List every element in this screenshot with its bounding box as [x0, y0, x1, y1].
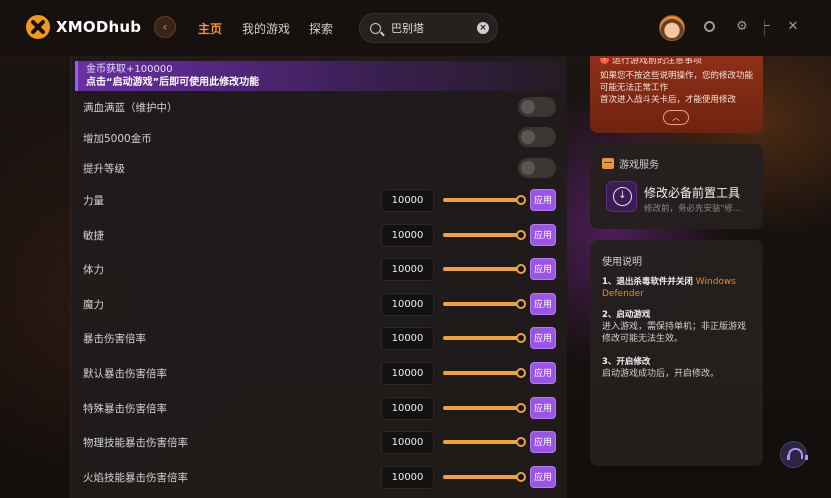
app-logo[interactable]: XMODhub — [26, 15, 141, 39]
stat-value-input[interactable]: 10000 — [381, 431, 434, 455]
stat-slider[interactable] — [443, 402, 526, 413]
stat-label: 敏捷 — [83, 229, 104, 242]
slider-fill — [443, 198, 521, 202]
brand-name: XMODhub — [56, 18, 142, 36]
avatar[interactable] — [659, 15, 685, 41]
stat-slider[interactable] — [443, 437, 526, 448]
toggle-label-level: 提升等级 — [83, 163, 125, 175]
toggle-label-gold: 增加5000金币 — [83, 133, 152, 145]
expand-button[interactable]: ︿ — [663, 110, 689, 125]
slider-knob[interactable] — [516, 333, 526, 344]
apply-button[interactable]: 应用 — [530, 258, 556, 281]
stat-slider[interactable] — [443, 195, 526, 205]
stat-label: 默认暴击伤害倍率 — [83, 368, 167, 380]
slider-knob[interactable] — [516, 195, 526, 205]
apply-button[interactable]: 应用 — [530, 189, 556, 211]
slider-fill — [443, 301, 521, 306]
stat-value-input[interactable]: 10000 — [381, 465, 434, 489]
headset-icon[interactable] — [780, 441, 808, 468]
top-bar: XMODhub ‹ 主页 我的游戏 探索 × ⚙ – ✕ — [0, 0, 831, 56]
stat-label: 物理技能暴击伤害倍率 — [83, 437, 188, 450]
search-icon[interactable] — [370, 22, 381, 34]
guide-card: 使用说明 1、退出杀毒软件并关闭 Windows Defender 2、启动游戏… — [590, 240, 763, 466]
toggle-level[interactable] — [518, 158, 556, 178]
apply-button[interactable]: 应用 — [530, 292, 556, 315]
stat-value-input[interactable]: 10000 — [381, 223, 434, 247]
toggle-gold[interactable] — [518, 127, 556, 147]
stat-label: 暴击伤害倍率 — [83, 333, 146, 346]
apply-button[interactable]: 应用 — [530, 396, 556, 419]
apply-button[interactable]: 应用 — [530, 223, 556, 246]
stat-slider[interactable] — [443, 298, 526, 309]
tool-subtitle: 修改前，务必先安装"修... — [644, 204, 742, 214]
apply-button[interactable]: 应用 — [530, 431, 556, 454]
xmod-logo-icon — [26, 15, 50, 39]
stat-label: 特殊暴击伤害倍率 — [83, 402, 167, 415]
slider-knob[interactable] — [516, 471, 526, 482]
stat-label: 魔力 — [83, 298, 104, 311]
download-icon[interactable] — [606, 181, 637, 212]
status-icon[interactable] — [702, 20, 716, 34]
clear-icon[interactable]: × — [477, 22, 489, 34]
slider-knob[interactable] — [516, 264, 526, 275]
slider-knob[interactable] — [516, 437, 526, 448]
stat-label: 力量 — [83, 195, 104, 207]
stat-slider[interactable] — [443, 333, 526, 344]
notice-card: 运行游戏前的注意事项 如果您不按这些说明操作，您的修改功能可能无法正常工作 首次… — [590, 56, 763, 133]
stat-slider[interactable] — [443, 264, 526, 275]
stat-value-input[interactable]: 10000 — [381, 258, 434, 282]
slider-knob[interactable] — [516, 368, 526, 378]
slider-fill — [443, 232, 521, 237]
back-arrow-icon[interactable]: ‹ — [154, 16, 176, 38]
box-icon — [602, 158, 614, 169]
slider-knob[interactable] — [516, 229, 526, 240]
search-input[interactable] — [391, 21, 471, 35]
apply-button[interactable]: 应用 — [530, 327, 556, 350]
slider-fill — [443, 371, 521, 375]
guide-heading: 使用说明 — [602, 257, 642, 268]
nav-home[interactable]: 主页 — [198, 20, 222, 37]
banner-title: 金币获取+100000 — [86, 64, 173, 75]
stat-slider[interactable] — [443, 471, 526, 482]
mod-panel: 金币获取+100000 点击“启动游戏”后即可使用此修改功能 满血满蓝（维护中）… — [70, 56, 567, 498]
settings-icon[interactable]: ⚙ — [735, 20, 749, 34]
toggle-label-hp-mp: 满血满蓝（维护中） — [83, 102, 178, 114]
guide-step-3: 3、开启修改 启动游戏成功后，开启修改。 — [602, 357, 720, 379]
apply-button[interactable]: 应用 — [530, 362, 556, 384]
stat-label: 体力 — [83, 264, 104, 277]
stat-slider[interactable] — [443, 368, 526, 378]
minimize-icon[interactable]: – — [760, 19, 774, 33]
notice-text: 如果您不按这些说明操作，您的修改功能可能无法正常工作 首次进入战斗关卡后，才能使… — [600, 71, 754, 105]
stat-value-input[interactable]: 10000 — [381, 362, 434, 385]
banner-hint: 点击“启动游戏”后即可使用此修改功能 — [86, 77, 260, 88]
nav-my-games[interactable]: 我的游戏 — [242, 20, 290, 37]
search-bar: × — [359, 13, 498, 43]
stat-value-input[interactable]: 10000 — [381, 189, 434, 212]
toggle-hp-mp[interactable] — [518, 97, 556, 117]
guide-step-1: 1、退出杀毒软件并关闭 Windows Defender — [602, 277, 736, 299]
stat-label: 火焰技能暴击伤害倍率 — [83, 471, 188, 484]
slider-knob[interactable] — [516, 402, 526, 413]
game-service-card: 游戏服务 修改必备前置工具 修改前，务必先安装"修... — [590, 144, 763, 229]
slider-fill — [443, 267, 521, 272]
stat-value-input[interactable]: 10000 — [381, 292, 434, 316]
gold-banner: 金币获取+100000 点击“启动游戏”后即可使用此修改功能 — [75, 61, 565, 91]
slider-fill — [443, 474, 521, 479]
stat-value-input[interactable]: 10000 — [381, 396, 434, 420]
slider-fill — [443, 405, 521, 410]
slider-fill — [443, 336, 521, 341]
slider-knob[interactable] — [516, 298, 526, 309]
stat-value-input[interactable]: 10000 — [381, 327, 434, 351]
tool-title[interactable]: 修改必备前置工具 — [644, 184, 740, 201]
notice-title: 运行游戏前的注意事项 — [600, 58, 753, 68]
slider-fill — [443, 440, 521, 445]
stat-slider[interactable] — [443, 229, 526, 240]
close-icon[interactable]: ✕ — [786, 20, 800, 34]
nav-explore[interactable]: 探索 — [309, 20, 333, 37]
guide-step-2: 2、启动游戏 进入游戏，需保持单机；非正版游戏修改可能无法生效。 — [602, 310, 747, 344]
apply-button[interactable]: 应用 — [530, 465, 556, 488]
service-heading: 游戏服务 — [602, 156, 659, 171]
